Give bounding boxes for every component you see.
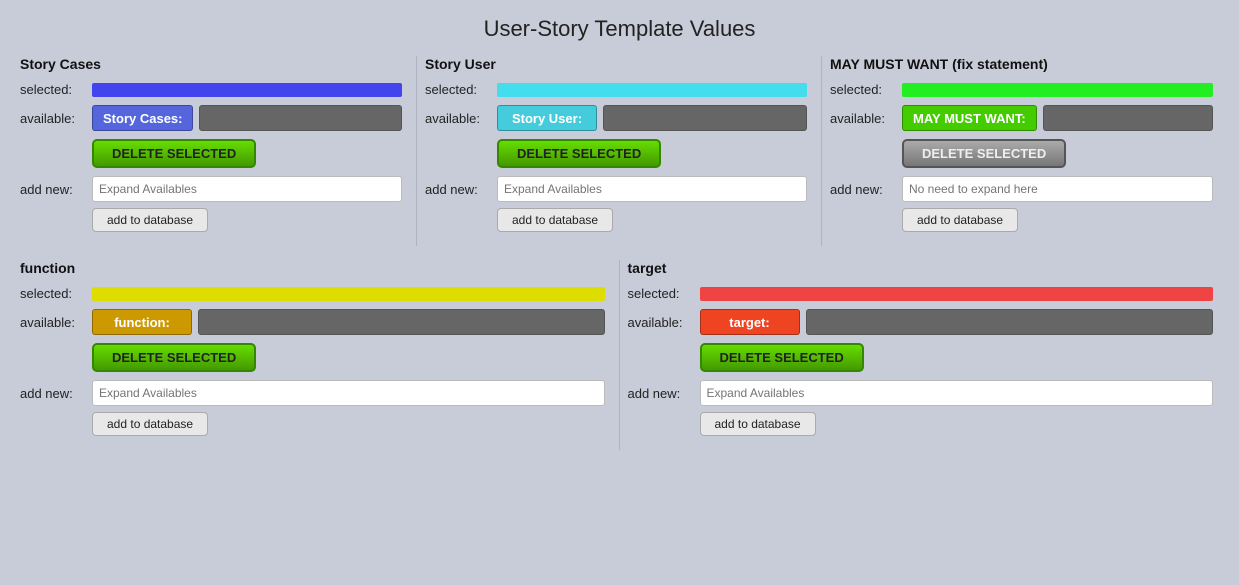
selected-bar-story-user bbox=[497, 83, 807, 97]
available-input-story-user bbox=[603, 105, 807, 131]
bottom-sections-grid: functionselected:available:function:DELE… bbox=[12, 260, 1227, 450]
available-btn-story-user[interactable]: Story User: bbox=[497, 105, 597, 131]
available-input-may-must-want bbox=[1043, 105, 1213, 131]
available-btn-may-must-want[interactable]: MAY MUST WANT: bbox=[902, 105, 1037, 131]
add-to-db-btn-story-user[interactable]: add to database bbox=[497, 208, 613, 232]
available-label-function: available: bbox=[20, 315, 92, 330]
delete-btn-may-must-want[interactable]: DELETE SELECTED bbox=[902, 139, 1066, 168]
add-new-label-function: add new: bbox=[20, 386, 92, 401]
selected-bar-target bbox=[700, 287, 1214, 301]
available-row-may-must-want: available:MAY MUST WANT: bbox=[830, 105, 1213, 131]
add-new-row-story-user: add new: bbox=[425, 176, 807, 202]
selected-label-function: selected: bbox=[20, 286, 92, 301]
selected-bar-container-target bbox=[700, 287, 1214, 301]
delete-btn-function[interactable]: DELETE SELECTED bbox=[92, 343, 256, 372]
available-container-story-user: Story User: bbox=[497, 105, 807, 131]
section-function: function selected: available:function: DELE… bbox=[12, 260, 620, 450]
available-btn-story-cases[interactable]: Story Cases: bbox=[92, 105, 193, 131]
available-container-story-cases: Story Cases: bbox=[92, 105, 402, 131]
selected-bar-container-story-cases bbox=[92, 83, 402, 97]
section-title-target: target bbox=[628, 260, 1214, 276]
delete-btn-story-cases[interactable]: DELETE SELECTED bbox=[92, 139, 256, 168]
selected-row-may-must-want: selected: bbox=[830, 82, 1213, 97]
add-new-label-story-cases: add new: bbox=[20, 182, 92, 197]
add-new-label-story-user: add new: bbox=[425, 182, 497, 197]
available-label-story-user: available: bbox=[425, 111, 497, 126]
add-new-input-story-user[interactable] bbox=[497, 176, 807, 202]
delete-btn-story-user[interactable]: DELETE SELECTED bbox=[497, 139, 661, 168]
available-label-story-cases: available: bbox=[20, 111, 92, 126]
available-container-target: target: bbox=[700, 309, 1214, 335]
available-container-function: function: bbox=[92, 309, 605, 335]
selected-row-function: selected: bbox=[20, 286, 605, 301]
add-new-row-story-cases: add new: bbox=[20, 176, 402, 202]
add-new-label-target: add new: bbox=[628, 386, 700, 401]
selected-bar-container-story-user bbox=[497, 83, 807, 97]
section-title-may-must-want: MAY MUST WANT (fix statement) bbox=[830, 56, 1213, 72]
add-to-db-btn-story-cases[interactable]: add to database bbox=[92, 208, 208, 232]
delete-btn-target[interactable]: DELETE SELECTED bbox=[700, 343, 864, 372]
available-btn-target[interactable]: target: bbox=[700, 309, 800, 335]
add-new-row-function: add new: bbox=[20, 380, 605, 406]
add-new-label-may-must-want: add new: bbox=[830, 182, 902, 197]
available-label-may-must-want: available: bbox=[830, 111, 902, 126]
add-to-db-btn-target[interactable]: add to database bbox=[700, 412, 816, 436]
selected-label-may-must-want: selected: bbox=[830, 82, 902, 97]
available-row-function: available:function: bbox=[20, 309, 605, 335]
selected-label-story-user: selected: bbox=[425, 82, 497, 97]
selected-label-story-cases: selected: bbox=[20, 82, 92, 97]
selected-bar-container-function bbox=[92, 287, 605, 301]
available-input-story-cases bbox=[199, 105, 402, 131]
section-story-user: Story User selected: available:Story User:… bbox=[417, 56, 822, 246]
available-row-story-cases: available:Story Cases: bbox=[20, 105, 402, 131]
section-title-story-cases: Story Cases bbox=[20, 56, 402, 72]
available-row-story-user: available:Story User: bbox=[425, 105, 807, 131]
available-btn-function[interactable]: function: bbox=[92, 309, 192, 335]
section-may-must-want: MAY MUST WANT (fix statement) selected: av… bbox=[822, 56, 1227, 246]
add-new-input-function[interactable] bbox=[92, 380, 605, 406]
add-to-db-btn-may-must-want[interactable]: add to database bbox=[902, 208, 1018, 232]
selected-bar-story-cases bbox=[92, 83, 402, 97]
available-label-target: available: bbox=[628, 315, 700, 330]
selected-bar-function bbox=[92, 287, 605, 301]
available-row-target: available:target: bbox=[628, 309, 1214, 335]
available-input-target bbox=[806, 309, 1214, 335]
selected-bar-container-may-must-want bbox=[902, 83, 1213, 97]
add-to-db-btn-function[interactable]: add to database bbox=[92, 412, 208, 436]
available-container-may-must-want: MAY MUST WANT: bbox=[902, 105, 1213, 131]
selected-row-target: selected: bbox=[628, 286, 1214, 301]
section-title-story-user: Story User bbox=[425, 56, 807, 72]
page-wrapper: User-Story Template Values Story Cases se… bbox=[0, 0, 1239, 585]
section-story-cases: Story Cases selected: available:Story Case… bbox=[12, 56, 417, 246]
page-title: User-Story Template Values bbox=[12, 10, 1227, 42]
add-new-input-may-must-want[interactable] bbox=[902, 176, 1213, 202]
add-new-input-target[interactable] bbox=[700, 380, 1214, 406]
top-sections-grid: Story Casesselected:available:Story Case… bbox=[12, 56, 1227, 256]
available-input-function bbox=[198, 309, 605, 335]
add-new-input-story-cases[interactable] bbox=[92, 176, 402, 202]
add-new-row-target: add new: bbox=[628, 380, 1214, 406]
selected-bar-may-must-want bbox=[902, 83, 1213, 97]
add-new-row-may-must-want: add new: bbox=[830, 176, 1213, 202]
selected-row-story-user: selected: bbox=[425, 82, 807, 97]
section-title-function: function bbox=[20, 260, 605, 276]
section-target: target selected: available:target: DELETE S… bbox=[620, 260, 1228, 450]
selected-label-target: selected: bbox=[628, 286, 700, 301]
selected-row-story-cases: selected: bbox=[20, 82, 402, 97]
